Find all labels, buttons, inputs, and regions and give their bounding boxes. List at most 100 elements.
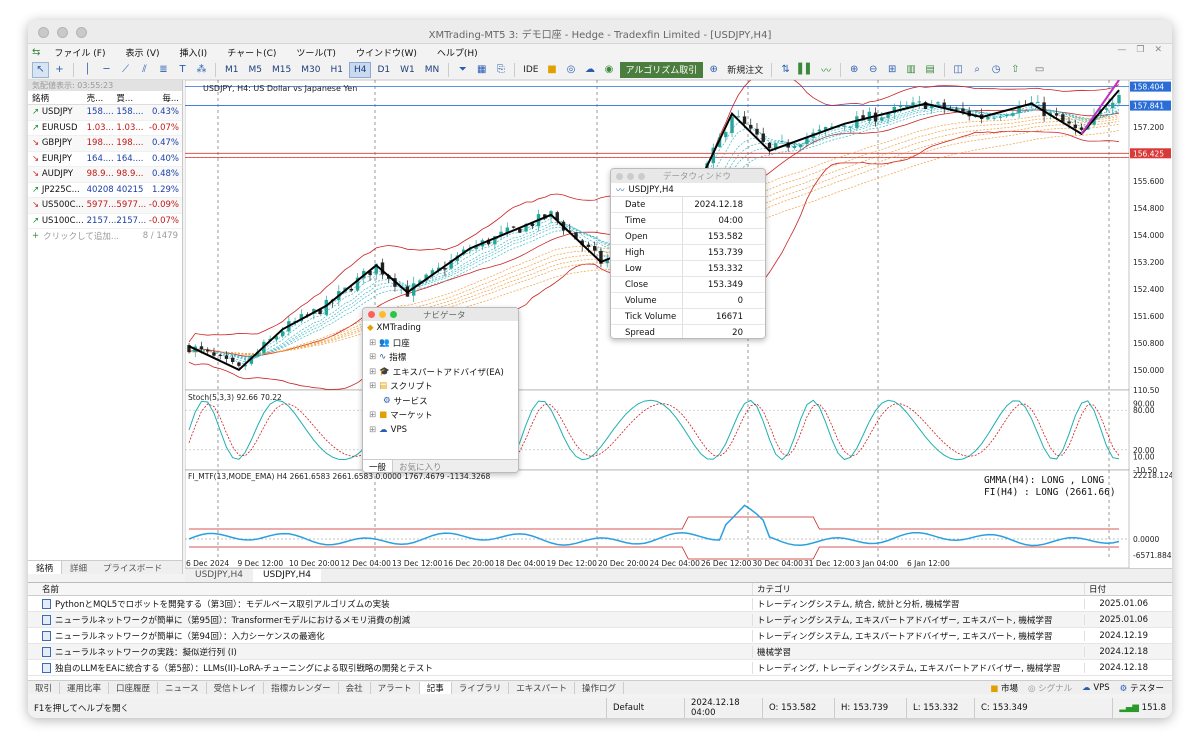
tf-m30[interactable]: M30 [297,62,324,78]
col-ask[interactable]: 買... [116,92,146,104]
tf-mn[interactable]: MN [421,62,444,78]
search-icon[interactable]: ⌕ [969,62,986,78]
nav-item[interactable]: ⊞ ■ マーケット [363,408,518,423]
toolbox-tab[interactable]: 操作ログ [575,681,624,694]
nav-item[interactable]: ⊞ ☁ VPS [363,423,518,438]
tf-w1[interactable]: W1 [396,62,419,78]
menu-chart[interactable]: チャート(C) [217,46,286,59]
symbol-row[interactable]: ↗ USDJPY 158.... 158.... 0.43% [28,105,182,121]
nav-root[interactable]: ◆ XMTrading [363,321,518,336]
article-row[interactable]: 独自のLLMをEAに統合する（第5部）：LLMs(II)-LoRA-チューニング… [28,660,1172,676]
tf-m1[interactable]: M1 [221,62,243,78]
horizontal-line-icon[interactable]: ─ [98,62,115,78]
col-symbol[interactable]: 銘柄 [28,92,87,104]
nav-tab-favorites[interactable]: お気に入り [393,460,448,472]
market-link[interactable]: ■ 市場 [990,682,1018,694]
tf-m15[interactable]: M15 [268,62,295,78]
channel-icon[interactable]: ⫽ [136,62,153,78]
screenshot-icon[interactable]: ◫ [950,62,967,78]
article-row[interactable]: ニューラルネットワークが簡単に（第95回）：Transformerモデルにおける… [28,612,1172,628]
toolbox-tab[interactable]: 指標カレンダー [264,681,339,694]
tf-h1[interactable]: H1 [326,62,347,78]
article-row[interactable]: ニューラルネットワークの実践：擬似逆行列 (I) 機械学習 2024.12.18 [28,644,1172,660]
minimize-icon[interactable]: — [1117,45,1126,55]
zoom-out-icon[interactable]: ⊖ [865,62,882,78]
depth-icon[interactable]: ⇅ [777,62,794,78]
expand-icon[interactable]: ⊞ [369,425,376,435]
indicators-icon[interactable]: ▦ [473,62,490,78]
tab-symbols[interactable]: 銘柄 [28,561,63,574]
col-bid[interactable]: 売... [87,92,117,104]
expand-icon[interactable]: ⊞ [369,367,376,377]
crosshair-icon[interactable]: + [51,62,68,78]
nav-min-light[interactable] [379,311,386,318]
toolbox-tab[interactable]: 取引 [28,681,61,694]
shift-icon[interactable]: ▤ [922,62,939,78]
article-row[interactable]: PythonとMQL5でロボットを開発する（第3回）：モデルベース取引アルゴリズ… [28,596,1172,612]
expand-icon[interactable]: ⊞ [369,410,376,420]
zoom-in-icon[interactable]: ⊕ [846,62,863,78]
new-order-icon[interactable]: ⊕ [705,62,722,78]
menu-tools[interactable]: ツール(T) [286,46,346,59]
symbol-row[interactable]: ↗ US100C... 2157... 2157... -0.07% [28,214,182,229]
col-change[interactable]: 毎... [146,92,182,104]
symbol-row[interactable]: ↘ US500C... 5977.... 5977.... -0.09% [28,198,182,214]
template-icon[interactable]: ⎘ [492,62,509,78]
add-symbol-row[interactable]: + クリックして追加... 8 / 1479 [28,229,182,243]
cursor-icon[interactable]: ↖ [32,61,49,78]
status-profile[interactable]: Default [606,698,684,718]
clock-icon[interactable]: ◷ [988,62,1005,78]
dw-close-light[interactable] [616,172,623,180]
nav-zoom-light[interactable] [390,311,397,318]
vps-link[interactable]: ☁ VPS [1082,683,1110,693]
symbol-row[interactable]: ↘ AUDJPY 98.9... 98.9... 0.48% [28,167,182,183]
col-name[interactable]: 名前 [28,583,752,595]
menu-window[interactable]: ウインドウ(W) [346,46,427,59]
toolbox-tab[interactable]: ライブラリ [452,681,510,694]
ide-button[interactable]: IDE [520,62,541,78]
nav-item[interactable]: ⊞ ▤ スクリプト [363,379,518,394]
toolbox-tab[interactable]: アラート [371,681,420,694]
autoscroll-icon[interactable]: ▥ [903,62,920,78]
toolbox-tab[interactable]: 会社 [339,681,371,694]
dw-min-light[interactable] [627,172,634,180]
nav-close-light[interactable] [368,311,375,318]
vertical-line-icon[interactable]: │ [79,62,96,78]
toolbox-tab[interactable]: 受信トレイ [207,681,265,694]
tab-details[interactable]: 詳細 [62,561,95,574]
grid-icon[interactable]: ⊞ [884,62,901,78]
col-category[interactable]: カテゴリ [752,583,1084,595]
menu-file[interactable]: ファイル (F) [44,46,115,59]
signals-link[interactable]: ◎ シグナル [1028,682,1072,694]
expand-icon[interactable]: ⊞ [369,381,376,391]
text-icon[interactable]: T [174,62,191,78]
expand-icon[interactable]: ⊞ [369,338,376,348]
nav-item[interactable]: ⊞ 🎓 エキスパートアドバイザ(EA) [363,365,518,380]
nav-tab-general[interactable]: 一般 [363,460,394,472]
vps-icon[interactable]: ☁ [582,62,599,78]
menu-help[interactable]: ヘルプ(H) [427,46,488,59]
toolbox-tab[interactable]: 運用比率 [60,681,110,694]
tab-priceboard[interactable]: プライスボード [95,561,170,574]
trendline-icon[interactable]: ⟋ [117,62,134,78]
toolbox-tab[interactable]: 記事 [419,681,452,694]
shapes-icon[interactable]: ⁂ [193,62,210,78]
fibonacci-icon[interactable]: ≣ [155,62,172,78]
nav-item[interactable]: ⊞ ∿ 指標 [363,350,518,365]
new-order-button[interactable]: 新規注文 [724,62,766,78]
article-row[interactable]: ニューラルネットワークが簡単に（第94回）：入力シーケンスの最適化 トレーディング… [28,628,1172,644]
tester-link[interactable]: ⚙ テスター [1120,682,1164,694]
algo-trading-button[interactable]: アルゴリズム取引 [619,61,704,78]
tester-icon[interactable]: ⇧ [1007,62,1024,78]
market-icon[interactable]: ■ [544,62,561,78]
expand-icon[interactable]: ⊞ [369,352,376,362]
restore-icon[interactable]: ❐ [1136,45,1144,55]
tf-d1[interactable]: D1 [373,62,394,78]
toolbox-tab[interactable]: 口座履歴 [109,681,159,694]
col-date[interactable]: 日付 [1084,583,1154,595]
nav-item[interactable]: ⊞ 👥 口座 [363,336,518,351]
chart-type-icon[interactable]: ⏷ [454,62,471,78]
line-chart-icon[interactable]: 〰 [818,62,835,78]
symbol-row[interactable]: ↘ GBPJPY 198.... 198.... 0.47% [28,136,182,152]
chart-tab-1[interactable]: USDJPY,H4 [185,569,253,582]
